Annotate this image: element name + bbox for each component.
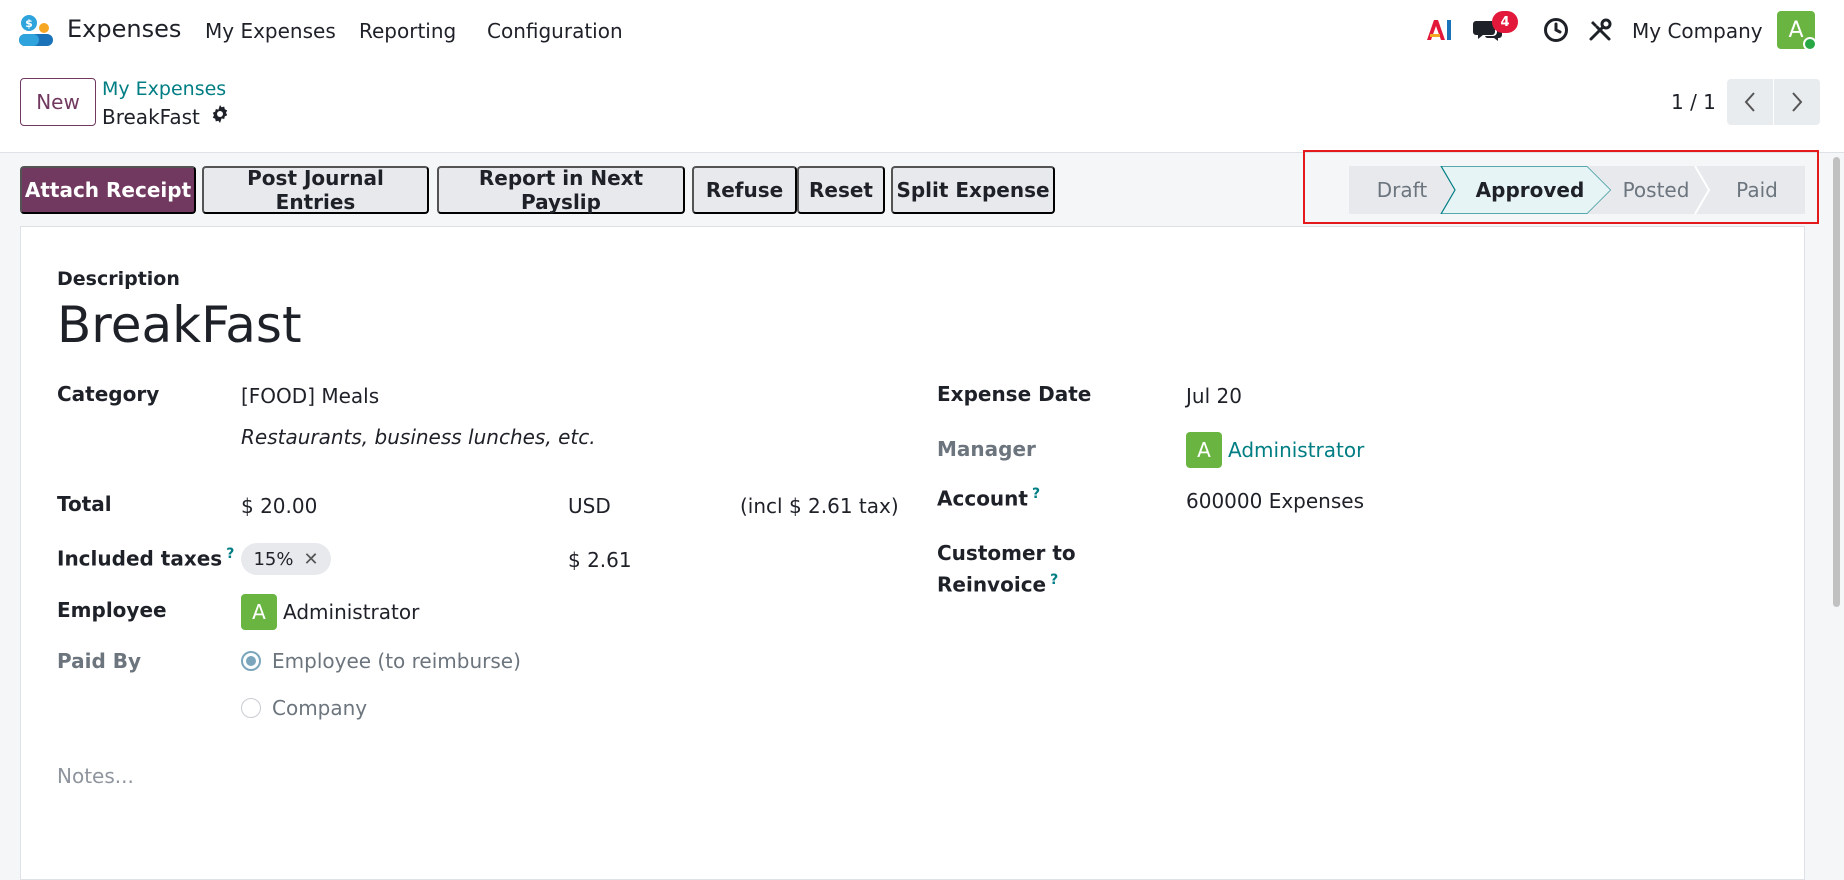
- breadcrumb-my-expenses[interactable]: My Expenses: [102, 78, 226, 100]
- expense-title[interactable]: BreakFast: [57, 296, 302, 354]
- status-highlight-box: [1303, 150, 1819, 224]
- menu-configuration[interactable]: Configuration: [487, 19, 623, 43]
- help-icon[interactable]: ?: [226, 546, 234, 562]
- help-icon[interactable]: ?: [1050, 572, 1058, 588]
- refuse-button[interactable]: Refuse: [692, 166, 797, 214]
- online-status-dot: [1803, 37, 1817, 51]
- split-expense-button[interactable]: Split Expense: [891, 166, 1055, 214]
- new-button[interactable]: New: [20, 78, 96, 126]
- breadcrumb-current: BreakFast: [102, 104, 230, 129]
- customer-reinvoice-label-text: Reinvoice: [937, 572, 1047, 597]
- category-description: Restaurants, business lunches, etc.: [241, 425, 596, 449]
- account-field[interactable]: 600000 Expenses: [1186, 489, 1364, 513]
- tax-amount: $ 2.61: [568, 548, 632, 572]
- manager-label: Manager: [937, 437, 1036, 461]
- paid-by-employee-label[interactable]: Employee (to reimburse): [272, 649, 521, 673]
- paid-by-company-radio[interactable]: [241, 698, 261, 718]
- currency-field[interactable]: USD: [568, 494, 611, 518]
- employee-label: Employee: [57, 598, 167, 622]
- report-next-payslip-button[interactable]: Report in Next Payslip: [437, 166, 685, 214]
- pager-previous-button[interactable]: [1727, 79, 1773, 125]
- customer-reinvoice-label-line2: Reinvoice?: [937, 572, 1058, 597]
- help-icon[interactable]: ?: [1032, 486, 1040, 502]
- scrollbar-thumb[interactable]: [1833, 157, 1840, 607]
- menu-my-expenses[interactable]: My Expenses: [205, 19, 336, 43]
- paid-by-label: Paid By: [57, 649, 142, 673]
- paid-by-company-label[interactable]: Company: [272, 696, 367, 720]
- pager-next-button[interactable]: [1774, 79, 1820, 125]
- description-label: Description: [57, 268, 180, 290]
- gear-icon[interactable]: [210, 104, 230, 129]
- employee-field[interactable]: Administrator: [283, 600, 419, 624]
- tax-tag[interactable]: 15% ✕: [241, 543, 331, 575]
- chevron-right-icon: [1792, 92, 1803, 112]
- account-label-text: Account: [937, 486, 1028, 511]
- tools-icon[interactable]: [1585, 14, 1615, 46]
- total-label: Total: [57, 492, 112, 516]
- total-field[interactable]: $ 20.00: [241, 494, 317, 518]
- app-name[interactable]: Expenses: [67, 15, 181, 43]
- expense-date-field[interactable]: Jul 20: [1186, 384, 1242, 408]
- account-label: Account?: [937, 486, 1040, 511]
- remove-tag-icon[interactable]: ✕: [303, 549, 318, 570]
- ai-icon[interactable]: [1425, 14, 1453, 46]
- expenses-app-icon[interactable]: $: [19, 14, 53, 46]
- reset-button[interactable]: Reset: [797, 166, 885, 214]
- pager-value[interactable]: 1 / 1: [1671, 90, 1716, 114]
- customer-reinvoice-label-line1: Customer to: [937, 541, 1076, 565]
- tax-tag-label: 15%: [253, 548, 294, 570]
- employee-avatar: A: [241, 594, 277, 630]
- expense-date-label: Expense Date: [937, 382, 1092, 406]
- paid-by-employee-radio[interactable]: [241, 651, 261, 671]
- company-switcher[interactable]: My Company: [1632, 19, 1763, 43]
- tax-included-note: (incl $ 2.61 tax): [740, 494, 899, 518]
- messages-badge: 4: [1492, 11, 1518, 33]
- svg-text:$: $: [25, 17, 33, 30]
- notes-field[interactable]: Notes...: [57, 764, 134, 788]
- menu-reporting[interactable]: Reporting: [359, 19, 456, 43]
- included-taxes-label-text: Included taxes: [57, 546, 223, 571]
- attach-receipt-button[interactable]: Attach Receipt: [20, 166, 196, 214]
- chevron-left-icon: [1744, 92, 1755, 112]
- manager-link[interactable]: Administrator: [1228, 438, 1364, 462]
- included-taxes-label: Included taxes?: [57, 546, 234, 571]
- top-navbar: $ Expenses My Expenses Reporting Configu…: [0, 0, 1844, 62]
- category-label: Category: [57, 382, 160, 406]
- manager-avatar: A: [1186, 432, 1222, 468]
- clock-icon[interactable]: [1541, 14, 1571, 46]
- breadcrumb-current-label: BreakFast: [102, 104, 200, 129]
- category-field[interactable]: [FOOD] Meals: [241, 384, 379, 408]
- post-journal-entries-button[interactable]: Post Journal Entries: [202, 166, 429, 214]
